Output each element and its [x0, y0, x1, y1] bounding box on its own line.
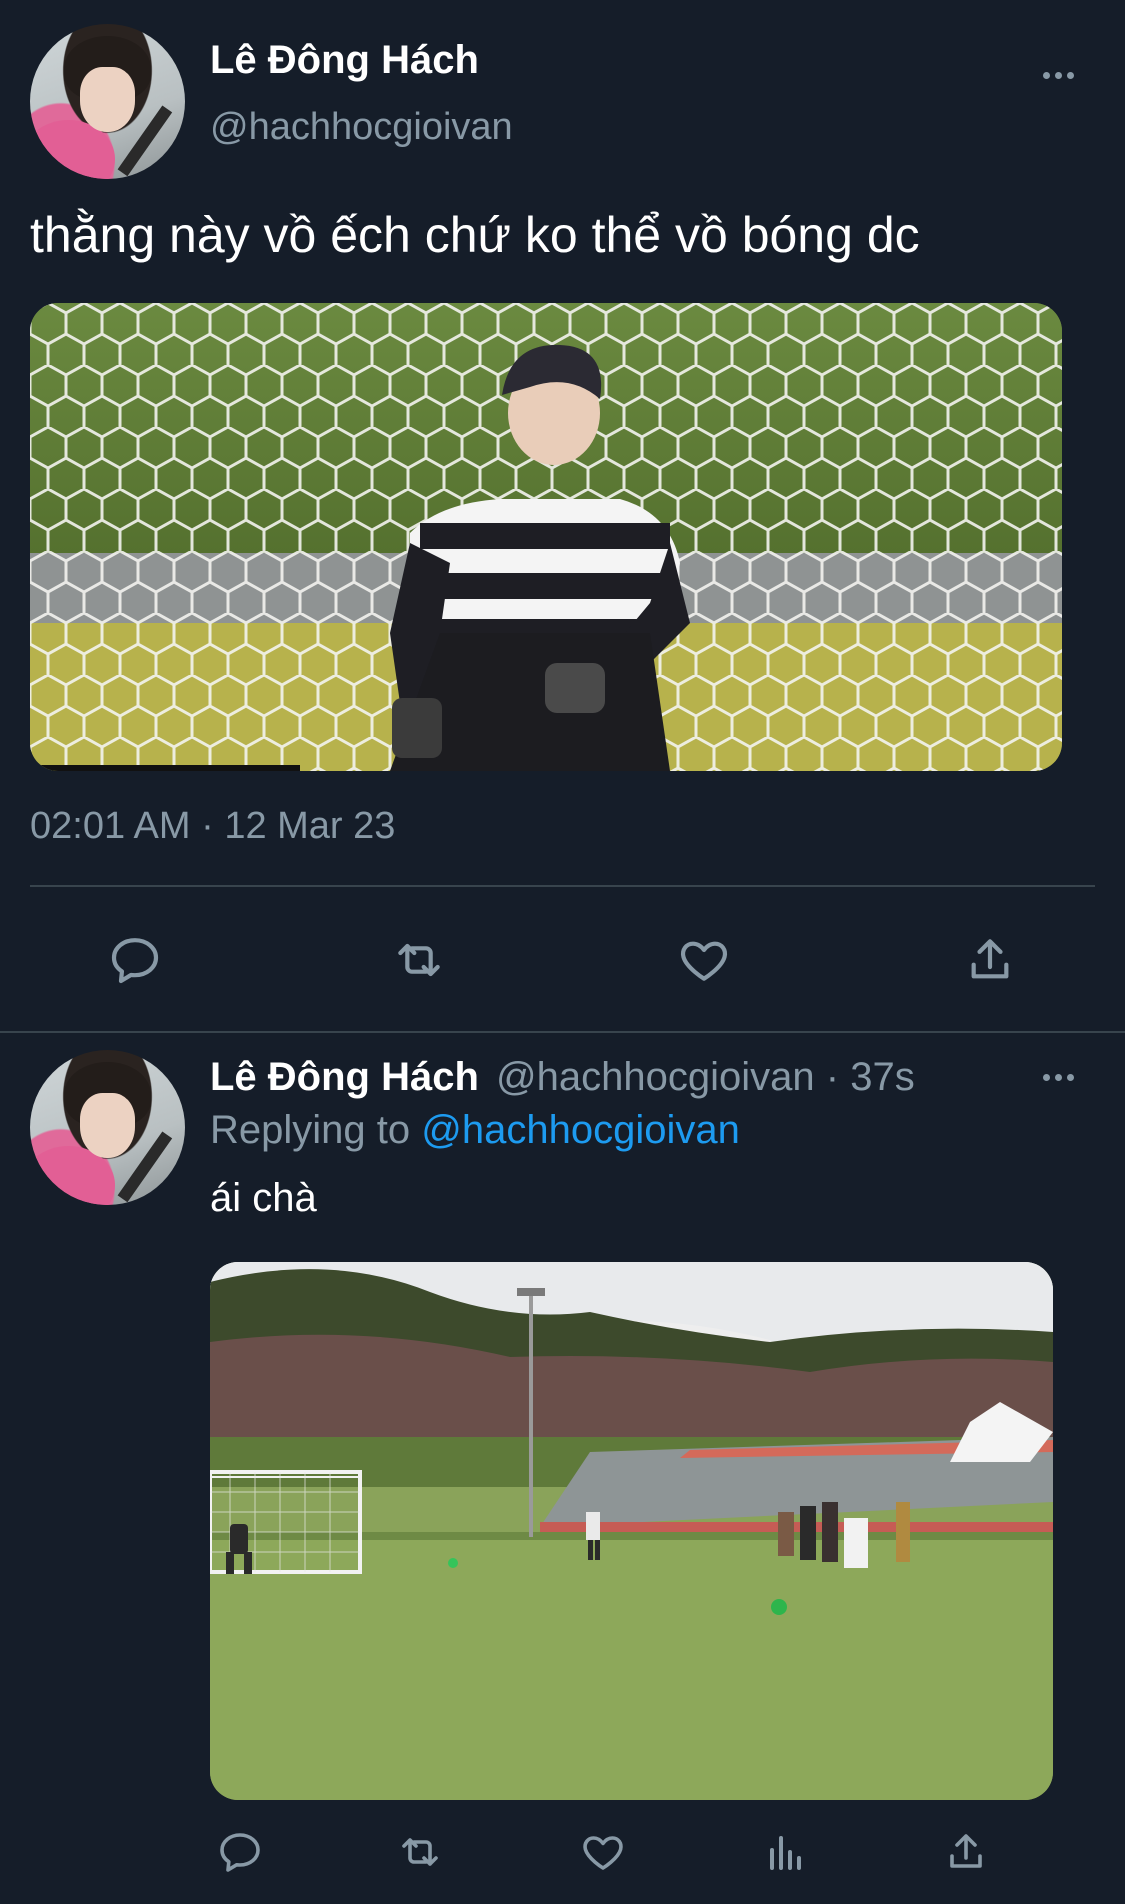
replying-to-label: Replying to	[210, 1108, 411, 1152]
analytics-button[interactable]	[756, 1822, 816, 1882]
share-icon	[971, 939, 1009, 979]
soccer-field-photo[interactable]	[210, 1262, 1053, 1800]
share-button[interactable]	[936, 1822, 996, 1882]
reply-button[interactable]	[98, 925, 172, 995]
display-name[interactable]: Lê Đông Hách	[210, 38, 479, 83]
share-icon	[950, 1834, 982, 1868]
more-icon[interactable]	[1043, 1074, 1074, 1081]
like-button[interactable]	[667, 925, 741, 995]
tweet-text: thằng này vồ ếch chứ ko thể vồ bóng dc	[30, 207, 920, 263]
heart-icon	[680, 941, 728, 981]
reply-header: Lê Đông Hách @hachhocgioivan · 37s	[210, 1055, 915, 1100]
reply-icon	[220, 1833, 260, 1872]
retweet-icon	[402, 1838, 438, 1866]
replying-to: Replying to @hachhocgioivan	[210, 1108, 740, 1153]
reply-icon	[111, 938, 159, 984]
reply-text: ái chà	[210, 1176, 317, 1220]
retweet-button[interactable]	[390, 1822, 450, 1882]
section-divider	[0, 1031, 1125, 1033]
like-button[interactable]	[573, 1822, 633, 1882]
tweet-timestamp[interactable]: 02:01 AM · 12 Mar 23	[30, 805, 395, 848]
retweet-icon	[398, 943, 440, 977]
goalkeeper-photo[interactable]	[30, 303, 1062, 771]
analytics-icon	[770, 1836, 801, 1870]
user-handle[interactable]: @hachhocgioivan	[496, 1055, 815, 1099]
heart-icon	[583, 1836, 623, 1870]
display-name[interactable]: Lê Đông Hách	[210, 1055, 479, 1099]
share-button[interactable]	[953, 925, 1027, 995]
avatar[interactable]	[30, 24, 185, 179]
separator: ·	[825, 1055, 840, 1099]
replying-to-handle[interactable]: @hachhocgioivan	[421, 1108, 740, 1152]
divider	[30, 885, 1095, 887]
time-ago[interactable]: 37s	[850, 1055, 915, 1099]
avatar[interactable]	[30, 1050, 185, 1205]
more-icon[interactable]	[1043, 72, 1074, 79]
user-handle[interactable]: @hachhocgioivan	[210, 106, 513, 149]
reply-button[interactable]	[210, 1822, 270, 1882]
retweet-button[interactable]	[382, 925, 456, 995]
